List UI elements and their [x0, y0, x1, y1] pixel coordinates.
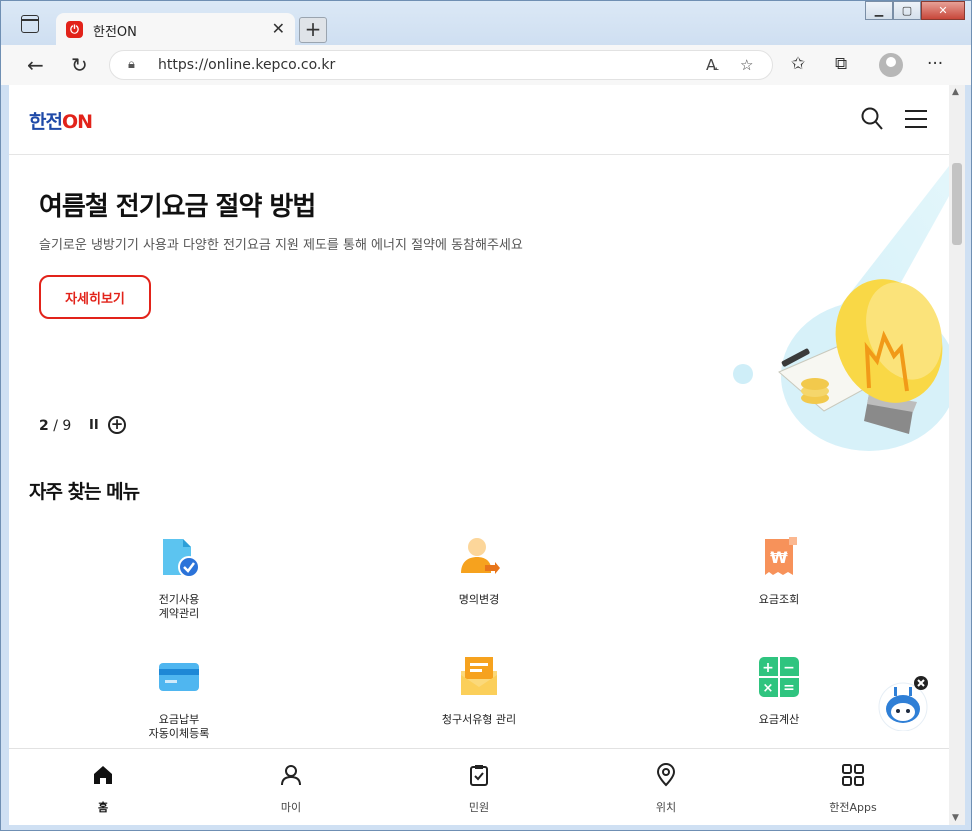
favorite-add-icon[interactable]: ☆ [740, 56, 753, 74]
nav-label: 마이 [280, 801, 302, 814]
bill-inquiry-icon: ₩ [765, 537, 797, 575]
pause-icon[interactable]: II [89, 418, 99, 433]
svg-text:×: × [763, 681, 774, 696]
search-icon[interactable] [861, 107, 883, 131]
banner-title: 여름철 전기요금 절약 방법 [39, 192, 316, 222]
refresh-icon[interactable]: ↻ [71, 53, 88, 77]
nav-item-location[interactable]: 위치 [606, 763, 726, 815]
svg-text:₩: ₩ [770, 548, 788, 567]
maximize-button[interactable]: ▢ [893, 1, 921, 20]
nav-item-apps[interactable]: 한전Apps [793, 763, 913, 815]
menu-item-bill-type[interactable]: 청구서유형 관리 [379, 655, 579, 727]
nav-item-my[interactable]: 마이 [231, 763, 351, 815]
nav-item-civil[interactable]: 민원 [419, 763, 539, 815]
card-icon [159, 663, 199, 691]
profile-icon[interactable] [879, 53, 903, 77]
menu-item-label: 요금납부 자동이체등록 [148, 713, 210, 740]
clipboard-icon [470, 765, 488, 786]
minimize-button[interactable]: ▁ [865, 1, 893, 20]
bill-envelope-icon [461, 657, 497, 695]
back-icon[interactable]: ← [27, 53, 44, 77]
detail-button[interactable]: 자세히보기 [39, 275, 151, 319]
new-tab-icon[interactable]: + [299, 17, 327, 43]
more-icon[interactable]: ··· [927, 54, 943, 74]
site-header: 한전ON [9, 85, 949, 155]
kepco-logo[interactable]: 한전ON [29, 107, 93, 134]
address-bar[interactable]: 🔒︎ https://online.kepco.co.kr A꜡ ☆ [109, 50, 773, 80]
name-change-icon [461, 538, 500, 574]
nav-label: 홈 [97, 801, 109, 814]
menu-item-name-change[interactable]: 명의변경 [379, 535, 579, 607]
menu-item-bill-calc[interactable]: + − × = 요금계산 [679, 655, 879, 727]
lock-icon[interactable]: 🔒︎ [128, 57, 135, 72]
bottom-nav: 홈 마이 민원 위치 한전Apps [9, 748, 949, 825]
svg-text:=: = [783, 680, 795, 696]
nav-label: 민원 [468, 801, 490, 814]
menu-item-label: 명의변경 [458, 593, 500, 606]
collections-icon[interactable]: ⧉ [835, 54, 847, 74]
person-icon [281, 765, 301, 786]
menu-item-label: 요금계산 [758, 713, 800, 726]
frequent-menu-title: 자주 찾는 메뉴 [29, 481, 140, 503]
url-text[interactable]: https://online.kepco.co.kr [158, 57, 335, 73]
lightbulb-illustration [733, 166, 949, 451]
hero-banner: 여름철 전기요금 절약 방법 슬기로운 냉방기기 사용과 다양한 전기요금 지원… [9, 156, 949, 456]
browser-toolbar: ← ↻ 🔒︎ https://online.kepco.co.kr A꜡ ☆ ✩… [1, 45, 971, 85]
title-bar: ⏻ 한전ON ✕ + ▁ ▢ ✕ [1, 1, 971, 45]
page-separator: / [53, 418, 58, 434]
favorites-icon[interactable]: ✩ [791, 54, 805, 74]
apps-grid-icon [842, 764, 864, 786]
scroll-thumb[interactable] [952, 163, 962, 245]
svg-text:−: − [783, 660, 795, 676]
menu-item-label: 전기사용 계약관리 [158, 593, 200, 620]
contract-icon [163, 539, 200, 578]
banner-pager: 2 / 9 [39, 418, 71, 434]
scroll-up-icon[interactable]: ▲ [952, 87, 959, 97]
tab-actions-icon[interactable] [21, 15, 39, 33]
scroll-down-icon[interactable]: ▼ [952, 813, 959, 823]
browser-tab[interactable]: ⏻ 한전ON ✕ [56, 13, 295, 45]
tab-title: 한전ON [93, 25, 137, 40]
location-icon [656, 763, 676, 787]
menu-item-contract[interactable]: 전기사용 계약관리 [79, 535, 279, 621]
menu-item-label: 청구서유형 관리 [441, 713, 517, 726]
page-viewport: 한전ON 여름철 전기요금 절약 방법 슬기로운 냉방기기 사용과 다양한 전기… [9, 85, 949, 825]
page-current: 2 [39, 418, 49, 434]
read-aloud-icon[interactable]: A꜡ [706, 56, 716, 74]
browser-window: ⏻ 한전ON ✕ + ▁ ▢ ✕ ← ↻ 🔒︎ https://online.k… [0, 0, 972, 831]
home-icon [94, 766, 112, 784]
calculator-icon: + − × = [759, 657, 799, 697]
svg-text:+: + [762, 660, 774, 676]
chatbot-icon[interactable] [877, 675, 933, 731]
menu-item-label: 요금조회 [758, 593, 800, 606]
nav-label: 한전Apps [829, 801, 877, 814]
page-scrollbar[interactable]: ▲ ▼ [949, 85, 965, 825]
plus-circle-icon[interactable]: + [108, 416, 126, 434]
banner-subtitle: 슬기로운 냉방기기 사용과 다양한 전기요금 지원 제도를 통해 에너지 절약에… [39, 238, 523, 253]
menu-item-bill-inquiry[interactable]: ₩ 요금조회 [679, 535, 879, 607]
window-controls: ▁ ▢ ✕ [865, 1, 965, 20]
close-icon[interactable]: ✕ [272, 19, 285, 38]
nav-label: 위치 [655, 801, 677, 814]
window-close-button[interactable]: ✕ [921, 1, 965, 20]
logo-on-text: ON [61, 111, 93, 133]
logo-text: 한전 [29, 111, 63, 133]
menu-item-auto-payment[interactable]: 요금납부 자동이체등록 [79, 655, 279, 741]
hamburger-menu-icon[interactable] [905, 110, 927, 128]
kepco-favicon-icon: ⏻ [66, 21, 83, 38]
nav-item-home[interactable]: 홈 [43, 763, 163, 815]
page-total: 9 [62, 418, 72, 434]
